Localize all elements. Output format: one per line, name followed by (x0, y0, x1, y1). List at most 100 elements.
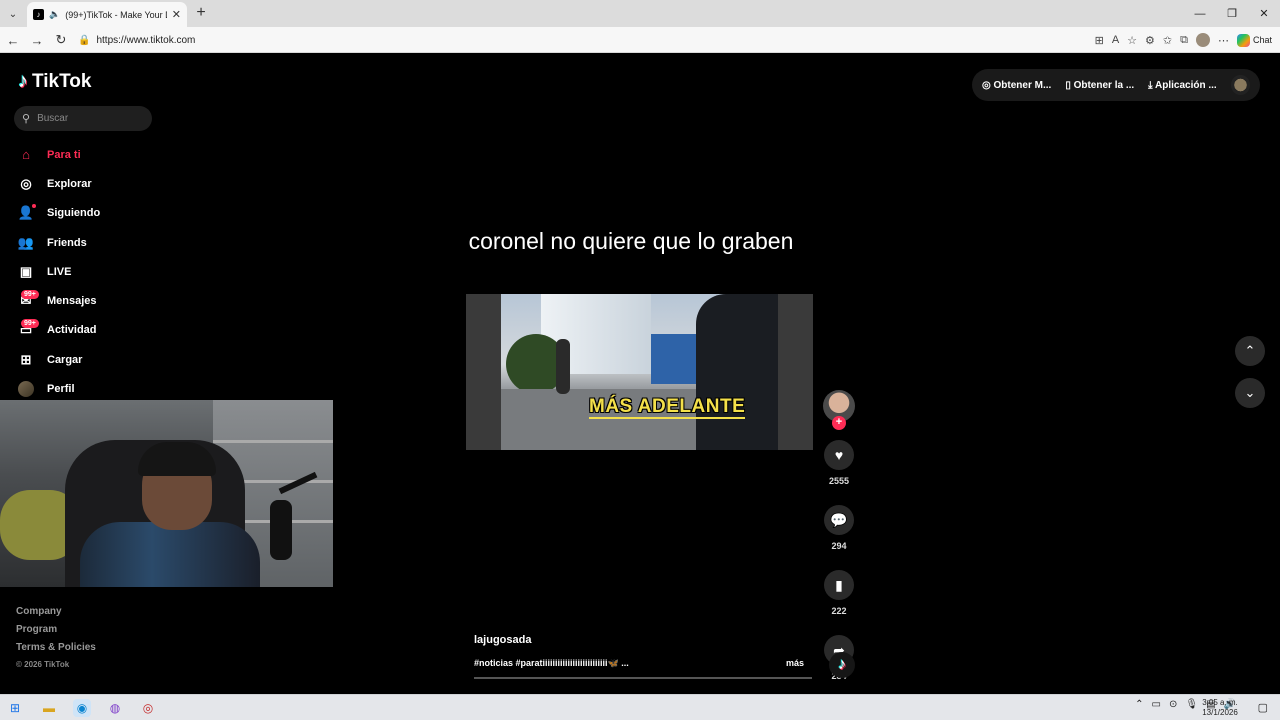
footer-link-program[interactable]: Program (16, 624, 96, 642)
sidebar-item-label: Explorar (47, 177, 92, 190)
footer-link-company[interactable]: Company (16, 606, 96, 624)
close-window-icon[interactable]: ✕ (1248, 0, 1280, 27)
video-officer (696, 294, 778, 450)
webcam-overlay (0, 400, 333, 587)
chat-label: Chat (1252, 35, 1272, 45)
video-meta: lajugosada #noticias #paratiiiiiiiiiiiii… (474, 634, 814, 679)
sidebar-nav: ⌂ Para ti ◎ Explorar 👤 Siguiendo 👥 Frien… (17, 140, 217, 404)
minimize-icon[interactable]: — (1184, 0, 1216, 27)
taskbar-clock[interactable]: 3:05 a. m. 13/1/2026 (1198, 698, 1242, 718)
bookmark-icon[interactable]: ▮ (824, 570, 854, 600)
file-explorer-icon[interactable]: ▬ (40, 699, 58, 717)
upload-icon: ⊞ (20, 351, 32, 367)
new-tab-button[interactable]: + (192, 4, 210, 22)
tiktok-sound-icon[interactable]: ♪ (829, 652, 855, 678)
tray-app-icon[interactable]: ▭ (1152, 699, 1161, 710)
back-icon[interactable]: ← (4, 31, 22, 49)
footer-link-terms[interactable]: Terms & Policies (16, 642, 96, 660)
favorites-icon[interactable]: ✩ (1163, 34, 1172, 47)
more-menu-icon[interactable]: ⋯ (1218, 34, 1229, 47)
webcam-cap (138, 442, 216, 476)
activity-icon: ▭ 99+ (17, 319, 39, 339)
sidebar-item-live[interactable]: ▣ LIVE (17, 257, 217, 286)
video-description: #noticias #paratiiiiiiiiiiiiiiiiiiiiiiii… (474, 658, 629, 668)
save-action: ▮ 222 (821, 570, 857, 617)
copilot-chat-button[interactable]: Chat (1236, 33, 1272, 47)
start-icon[interactable]: ⊞ (6, 699, 24, 717)
sidebar-item-explorar[interactable]: ◎ Explorar (17, 169, 217, 198)
forward-icon[interactable]: → (28, 31, 46, 49)
video-description-row: #noticias #paratiiiiiiiiiiiiiiiiiiiiiiii… (474, 658, 814, 669)
comment-action: 💬 294 (821, 505, 857, 552)
browser-tabbar: ⌄ ♪ 🔈 (99+)TikTok - Make Your Day ✕ + — … (0, 0, 1280, 27)
next-video-button[interactable]: ⌄ (1235, 378, 1265, 408)
url-text: https://www.tiktok.com (96, 34, 196, 46)
tiktok-note-icon: ♪ (18, 70, 28, 92)
app-available-icon[interactable]: ⊞ (1095, 34, 1104, 47)
follow-plus-icon[interactable]: + (832, 416, 846, 430)
browser-profile-avatar[interactable] (1195, 33, 1210, 47)
edge-icon[interactable]: ◉ (73, 699, 91, 717)
sidebar-item-mensajes[interactable]: ✉ 99+ Mensajes (17, 286, 217, 315)
windows-taskbar: ⊞ ▬ ◉ ◍ ◎ ⌃ ▭ ⊙ 🎙 ▤ 🔊 3:05 a. m. 13/1/20… (0, 694, 1280, 720)
tray-chevron-icon[interactable]: ⌃ (1135, 699, 1143, 710)
search-icon: ⚲ (22, 113, 31, 125)
heart-icon[interactable]: ♥ (824, 440, 854, 470)
footer-copyright: © 2026 TikTok (16, 660, 70, 669)
browser-tools: ⊞ A ☆ ⚙ ✩ ⧉ ⋯ Chat (1095, 30, 1272, 50)
tab-title: (99+)TikTok - Make Your Day (65, 9, 167, 20)
sidebar-item-siguiendo[interactable]: 👤 Siguiendo (17, 199, 217, 228)
collections-icon[interactable]: ⧉ (1180, 34, 1188, 47)
video-caption-overlay: MÁS ADELANTE (589, 396, 746, 419)
video-person (556, 339, 570, 394)
address-bar: ← → ↻ 🔒 https://www.tiktok.com ⊞ A ☆ ⚙ ✩… (0, 27, 1280, 53)
sidebar-item-friends[interactable]: 👥 Friends (17, 228, 217, 257)
tiktok-logo[interactable]: ♪ TikTok (18, 70, 91, 93)
previous-video-button[interactable]: ⌃ (1235, 336, 1265, 366)
sidebar-item-para-ti[interactable]: ⌂ Para ti (17, 140, 217, 169)
search-input[interactable] (37, 113, 138, 124)
sidebar-item-actividad[interactable]: ▭ 99+ Actividad (17, 316, 217, 345)
video-progress-bar[interactable] (474, 677, 812, 679)
get-app-button[interactable]: ▯ Obtener la ... (1065, 80, 1134, 91)
site-info-icon[interactable]: 🔒 (78, 35, 90, 46)
get-coins-label: Obtener M... (993, 79, 1052, 91)
sidebar-item-cargar[interactable]: ⊞ Cargar (17, 345, 217, 374)
favorite-star-icon[interactable]: ☆ (1127, 34, 1137, 47)
notifications-icon[interactable]: ▢ (1258, 701, 1268, 714)
video-author[interactable]: lajugosada (474, 634, 814, 646)
search-box[interactable]: ⚲ (14, 106, 152, 131)
microphone-icon[interactable]: 🎙 (1185, 699, 1198, 710)
app-icon[interactable]: ◎ (139, 699, 157, 717)
url-field[interactable]: 🔒 https://www.tiktok.com (78, 30, 1078, 50)
browser-tab[interactable]: ♪ 🔈 (99+)TikTok - Make Your Day ✕ (27, 2, 187, 27)
close-tab-icon[interactable]: ✕ (172, 8, 181, 21)
profile-avatar (18, 381, 34, 398)
activity-badge: 99+ (21, 319, 39, 329)
creator-avatar[interactable]: + (823, 390, 855, 430)
get-coins-button[interactable]: ◎ Obtener M... (982, 80, 1051, 91)
sidebar-item-label: LIVE (47, 265, 72, 278)
extensions-icon[interactable]: ⚙ (1145, 34, 1155, 47)
tab-actions-icon[interactable]: ⌄ (4, 5, 22, 23)
tray-device-icon[interactable]: ⊙ (1169, 699, 1177, 710)
refresh-icon[interactable]: ↻ (52, 31, 70, 49)
tiktok-favicon-icon: ♪ (33, 9, 44, 20)
obs-icon[interactable]: ◍ (106, 699, 124, 717)
restore-icon[interactable]: ❐ (1216, 0, 1248, 27)
user-avatar[interactable] (1230, 75, 1250, 95)
speaker-icon[interactable]: 🔈 (49, 9, 60, 20)
comment-icon[interactable]: 💬 (824, 505, 854, 535)
sidebar-item-label: Para ti (47, 148, 81, 161)
video-player[interactable]: MÁS ADELANTE (466, 294, 813, 450)
download-app-button[interactable]: ⤓ Aplicación ... (1148, 80, 1217, 91)
more-button[interactable]: más (786, 658, 804, 669)
comment-count: 294 (831, 541, 847, 551)
header-actions: ◎ Obtener M... ▯ Obtener la ... ⤓ Aplica… (972, 69, 1260, 101)
messages-badge: 99+ (21, 290, 39, 300)
sidebar-item-label: Siguiendo (47, 207, 101, 220)
translate-icon[interactable]: A (1112, 34, 1119, 46)
live-icon: ▣ (19, 263, 33, 279)
clock-time: 3:05 a. m. (1202, 698, 1238, 707)
webcam-microphone (270, 500, 292, 560)
